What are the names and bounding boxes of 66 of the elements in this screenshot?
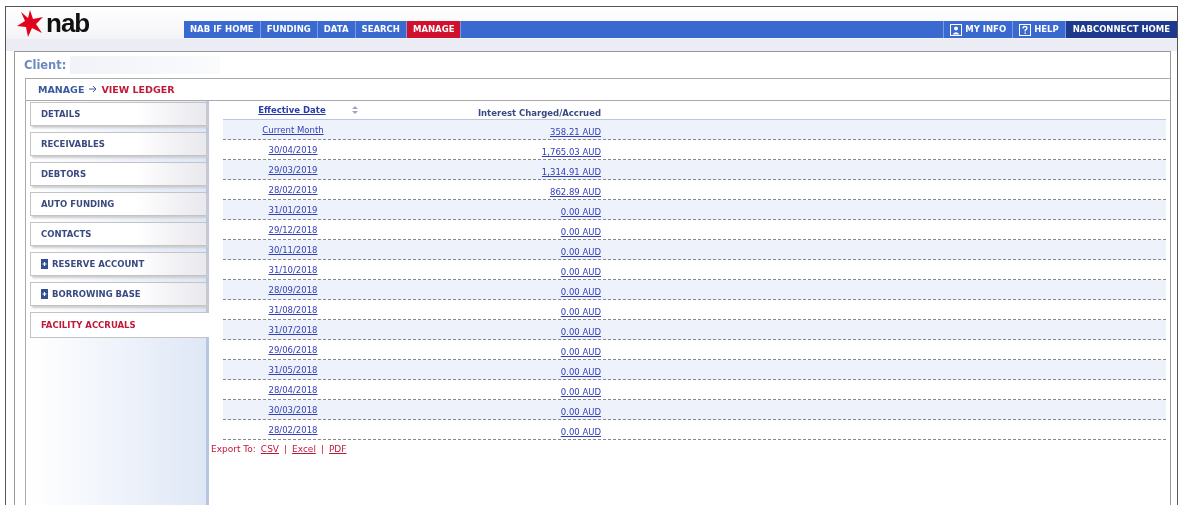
date-link[interactable]: 28/04/2018: [268, 384, 318, 395]
sidebar-item[interactable]: DEBTORS: [30, 162, 206, 186]
sidebar-item[interactable]: BORROWING BASE: [30, 282, 206, 306]
date-link[interactable]: 30/04/2019: [268, 144, 318, 155]
sidebar-item[interactable]: CONTACTS: [30, 222, 206, 246]
sidebar-item[interactable]: RESERVE ACCOUNT: [30, 252, 206, 276]
export-link[interactable]: Excel: [292, 444, 316, 454]
plus-icon: [41, 259, 48, 269]
nav-tab[interactable]: MANAGE: [406, 21, 462, 38]
column-header[interactable]: Effective Date: [258, 105, 326, 115]
sort-icon: [351, 106, 358, 114]
nav-tab[interactable]: SEARCH: [355, 21, 407, 38]
nav-tab[interactable]: FUNDING: [260, 21, 318, 38]
sidebar-item[interactable]: FACILITY ACCRUALS: [30, 312, 209, 338]
date-link[interactable]: 31/10/2018: [268, 264, 318, 275]
plus-icon: [41, 289, 48, 299]
amount-link[interactable]: 0.00 AUD: [560, 227, 601, 237]
separator: |: [284, 444, 288, 454]
amount-link[interactable]: 0.00 AUD: [560, 347, 601, 357]
date-link[interactable]: 29/03/2019: [268, 164, 318, 175]
nav-button[interactable]: HELP: [1012, 21, 1065, 38]
date-link[interactable]: 31/05/2018: [268, 364, 318, 375]
date-link[interactable]: Current Month: [262, 124, 324, 135]
nav-tab[interactable]: DATA: [317, 21, 356, 38]
amount-link[interactable]: 862.89 AUD: [549, 187, 601, 197]
date-link[interactable]: 30/03/2018: [268, 404, 318, 415]
amount-link[interactable]: 0.00 AUD: [560, 387, 601, 397]
export-link[interactable]: CSV: [260, 444, 279, 454]
breadcrumb-current: VIEW LEDGER: [101, 84, 175, 95]
column-header: Interest Charged/Accrued: [477, 107, 601, 118]
export-link[interactable]: PDF: [328, 444, 347, 454]
brand-logo[interactable]: nab: [46, 10, 90, 36]
amount-link[interactable]: 1,765.03 AUD: [541, 147, 601, 157]
person-icon: [950, 23, 963, 36]
date-link[interactable]: 31/07/2018: [268, 324, 318, 335]
export-label: Export To:: [211, 444, 256, 454]
date-link[interactable]: 30/11/2018: [268, 244, 318, 255]
date-link[interactable]: 28/02/2019: [268, 184, 318, 195]
date-link[interactable]: 29/12/2018: [268, 224, 318, 235]
breadcrumb-link[interactable]: MANAGE: [38, 84, 85, 95]
date-link[interactable]: 28/09/2018: [268, 284, 318, 295]
nav-button[interactable]: NABCONNECT HOME: [1064, 21, 1177, 38]
nav-tab[interactable]: NAB IF HOME: [184, 21, 261, 38]
date-link[interactable]: 28/02/2018: [268, 424, 318, 435]
sidebar-item[interactable]: RECEIVABLES: [30, 132, 206, 156]
nav-button[interactable]: MY INFO: [943, 21, 1013, 38]
date-link[interactable]: 31/08/2018: [268, 304, 318, 315]
sidebar-item[interactable]: AUTO FUNDING: [30, 192, 206, 216]
client-label: Client:: [24, 58, 67, 72]
separator: |: [320, 444, 324, 454]
sidebar-item[interactable]: DETAILS: [30, 102, 206, 126]
amount-link[interactable]: 0.00 AUD: [560, 367, 601, 377]
help-icon: [1019, 23, 1032, 36]
amount-link[interactable]: 0.00 AUD: [560, 267, 601, 277]
amount-link[interactable]: 0.00 AUD: [560, 247, 601, 257]
amount-link[interactable]: 358.21 AUD: [549, 127, 601, 137]
amount-link[interactable]: 0.00 AUD: [560, 207, 601, 217]
date-link[interactable]: 31/01/2019: [268, 204, 318, 215]
amount-link[interactable]: 0.00 AUD: [560, 427, 601, 437]
amount-link[interactable]: 0.00 AUD: [560, 407, 601, 417]
amount-link[interactable]: 0.00 AUD: [560, 287, 601, 297]
amount-link[interactable]: 1,314.91 AUD: [541, 167, 601, 177]
arrow-icon: [88, 85, 98, 93]
date-link[interactable]: 29/06/2018: [268, 344, 318, 355]
amount-link[interactable]: 0.00 AUD: [560, 307, 601, 317]
amount-link[interactable]: 0.00 AUD: [560, 327, 601, 337]
